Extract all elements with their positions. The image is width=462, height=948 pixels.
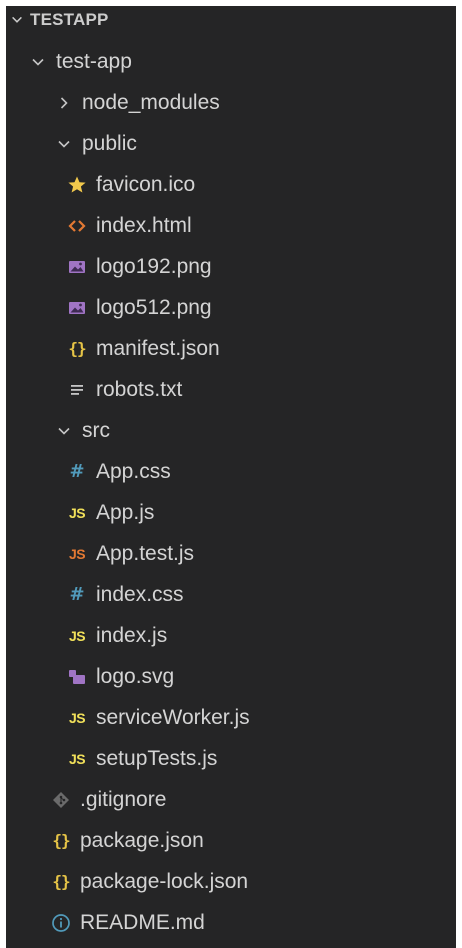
tree-item-label: test-app [56, 49, 132, 73]
tree-item-label: logo512.png [96, 295, 212, 319]
tree-item-label: node_modules [82, 90, 220, 114]
tree-file-robots[interactable]: robots.txt [6, 369, 456, 410]
tree-item-label: App.js [96, 500, 155, 524]
js-icon: JS [68, 504, 86, 521]
css-hash-icon: # [69, 461, 85, 482]
tree-file-index-html[interactable]: index.html [6, 205, 456, 246]
css-hash-icon: # [69, 584, 85, 605]
explorer-root-header[interactable]: TESTAPP [6, 6, 456, 34]
tree-file-favicon[interactable]: favicon.ico [6, 164, 456, 205]
json-icon: {} [52, 872, 70, 891]
tree-item-label: public [82, 131, 137, 155]
image-icon [66, 297, 88, 319]
star-icon [66, 174, 88, 196]
html-icon [66, 215, 88, 237]
js-icon: JS [68, 627, 86, 644]
tree-folder-node-modules[interactable]: node_modules [6, 82, 456, 123]
git-icon [50, 789, 72, 811]
tree-item-label: package.json [80, 828, 204, 852]
tree-item-label: src [82, 418, 110, 442]
tree-file-app-css[interactable]: # App.css [6, 451, 456, 492]
chevron-right-icon [60, 96, 68, 109]
tree-file-index-css[interactable]: # index.css [6, 574, 456, 615]
tree-item-label: index.js [96, 623, 168, 647]
info-icon [50, 912, 72, 934]
tree-item-label: App.css [96, 459, 171, 483]
tree-file-package-lock-json[interactable]: {} package-lock.json [6, 861, 456, 902]
chevron-down-icon [32, 58, 44, 66]
json-icon: {} [52, 831, 70, 850]
image-icon [66, 256, 88, 278]
tree-folder-test-app[interactable]: test-app [6, 41, 456, 82]
tree-item-label: index.html [96, 213, 192, 237]
tree-item-label: setupTests.js [96, 746, 218, 770]
js-icon: JS [68, 709, 86, 726]
tree-item-label: robots.txt [96, 377, 183, 401]
tree-item-label: favicon.ico [96, 172, 196, 196]
text-lines-icon [66, 379, 88, 401]
svg-icon [66, 666, 88, 688]
chevron-down-icon [58, 427, 70, 435]
tree-file-logo192[interactable]: logo192.png [6, 246, 456, 287]
tree-item-label: serviceWorker.js [96, 705, 250, 729]
json-icon: {} [68, 339, 86, 358]
tree-folder-public[interactable]: public [6, 123, 456, 164]
tree-file-service-worker[interactable]: JS serviceWorker.js [6, 697, 456, 738]
chevron-down-icon [58, 140, 70, 148]
tree-file-index-js[interactable]: JS index.js [6, 615, 456, 656]
tree-file-package-json[interactable]: {} package.json [6, 820, 456, 861]
chevron-down-icon [12, 16, 22, 23]
tree-file-gitignore[interactable]: .gitignore [6, 779, 456, 820]
tree-item-label: logo192.png [96, 254, 212, 278]
tree-folder-src[interactable]: src [6, 410, 456, 451]
tree-item-label: package-lock.json [80, 869, 249, 893]
tree-file-app-js[interactable]: JS App.js [6, 492, 456, 533]
js-test-icon: JS [68, 545, 86, 562]
explorer-root-label: TESTAPP [30, 10, 109, 29]
tree-file-readme[interactable]: README.md [6, 902, 456, 943]
tree-item-label: index.css [96, 582, 184, 606]
file-explorer: TESTAPP test-app node_modules public fav… [6, 6, 456, 948]
tree-item-label: README.md [80, 910, 205, 934]
tree-item-label: logo.svg [96, 664, 175, 688]
tree-file-logo-svg[interactable]: logo.svg [6, 656, 456, 697]
tree-item-label: .gitignore [80, 787, 167, 811]
tree-item-label: manifest.json [96, 336, 220, 360]
tree-file-setup-tests[interactable]: JS setupTests.js [6, 738, 456, 779]
tree-file-app-test-js[interactable]: JS App.test.js [6, 533, 456, 574]
tree-file-logo512[interactable]: logo512.png [6, 287, 456, 328]
tree-file-manifest[interactable]: {} manifest.json [6, 328, 456, 369]
js-icon: JS [68, 750, 86, 767]
tree-item-label: App.test.js [96, 541, 195, 565]
